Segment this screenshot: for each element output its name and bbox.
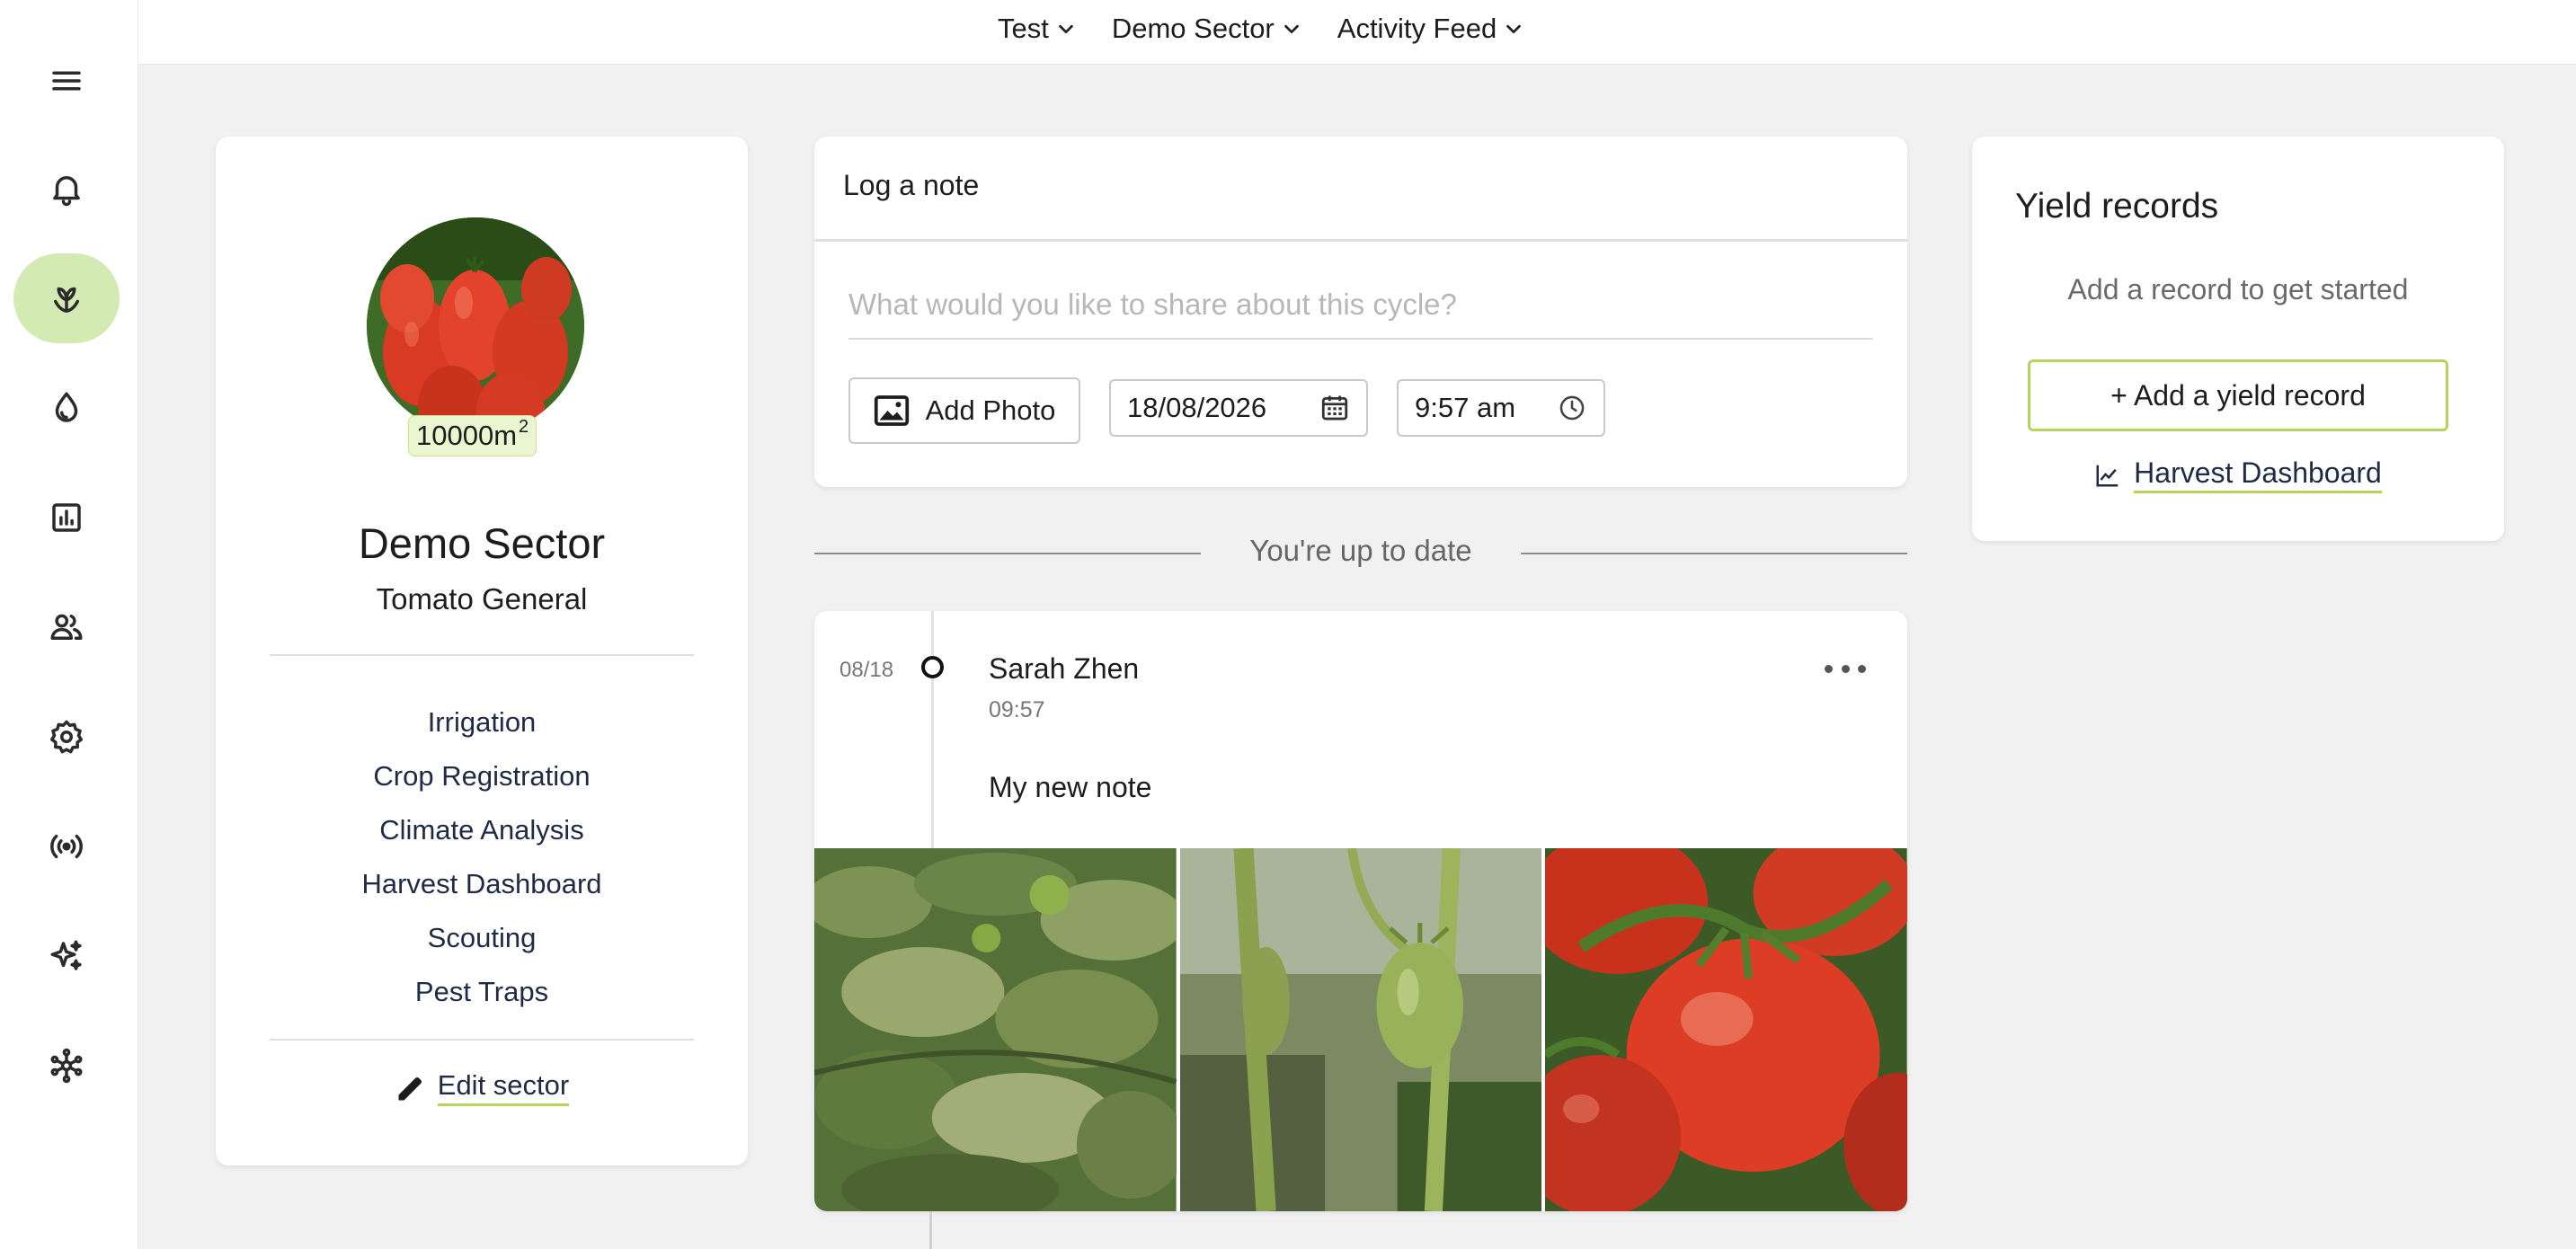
sidebar-item-crops[interactable]	[13, 253, 120, 343]
pencil-icon	[398, 1076, 422, 1100]
link-pest-traps[interactable]: Pest Traps	[216, 965, 748, 1019]
bell-icon	[53, 176, 80, 207]
time-picker[interactable]: 9:57 am	[1397, 379, 1605, 437]
yield-records-title: Yield records	[2015, 187, 2219, 226]
sector-links: Irrigation Crop Registration Climate Ana…	[216, 695, 748, 1019]
line-chart-icon	[2096, 465, 2119, 486]
feed-item-date: 08/18	[839, 658, 894, 682]
chevron-down-icon	[1284, 24, 1299, 34]
time-value: 9:57 am	[1415, 392, 1516, 423]
image-icon	[874, 395, 909, 426]
date-value: 18/08/2026	[1127, 392, 1267, 423]
add-yield-record-button[interactable]: + Add a yield record	[2028, 359, 2448, 431]
log-note-title: Log a note	[843, 169, 980, 201]
hamburger-menu-icon	[52, 71, 81, 91]
timeline-dot	[921, 656, 944, 678]
up-to-date-separator: You're up to date	[814, 534, 1907, 573]
divider	[270, 1039, 694, 1041]
more-dots-icon	[1825, 664, 1833, 673]
feed-item-photos	[814, 848, 1907, 1211]
link-scouting[interactable]: Scouting	[216, 911, 748, 965]
breadcrumb-farm-label: Test	[998, 13, 1049, 44]
sidebar-item-analytics[interactable]	[13, 473, 120, 562]
sidebar	[0, 0, 138, 1249]
feed-item-time: 09:57	[989, 697, 1045, 722]
sidebar-item-sensors[interactable]	[13, 802, 120, 891]
area-unit-exponent: 2	[519, 416, 529, 437]
yield-records-card: Yield records Add a record to get starte…	[1972, 137, 2504, 541]
breadcrumb-view-dropdown[interactable]: Activity Feed	[1337, 13, 1523, 45]
breadcrumb: Test Demo Sector Activity Feed	[998, 0, 1523, 58]
timeline-line	[929, 1211, 932, 1249]
timeline-line	[931, 611, 934, 848]
link-climate-analysis[interactable]: Climate Analysis	[216, 803, 748, 857]
top-bar: Test Demo Sector Activity Feed	[0, 0, 2576, 65]
more-options-button[interactable]	[1825, 658, 1866, 679]
feed-photo[interactable]	[814, 848, 1177, 1211]
log-note-card: Log a note Add Photo 18/08/2026 9:57 am	[814, 137, 1907, 487]
add-photo-button[interactable]: Add Photo	[848, 377, 1080, 444]
sector-avatar	[367, 217, 584, 435]
bar-chart-icon	[52, 503, 81, 532]
chevron-down-icon	[1506, 24, 1522, 34]
red-tomato-photo	[1545, 848, 1907, 1211]
people-icon	[50, 614, 83, 640]
sparkles-icon	[50, 940, 82, 970]
sidebar-item-settings[interactable]	[13, 692, 120, 782]
harvest-dashboard-label: Harvest Dashboard	[2134, 456, 2382, 493]
green-tomato-photo	[1179, 848, 1542, 1211]
up-to-date-text: You're up to date	[1249, 534, 1472, 567]
sensor-icon	[50, 834, 83, 859]
harvest-dashboard-link[interactable]: Harvest Dashboard	[1972, 456, 2504, 493]
sector-crop: Tomato General	[376, 582, 588, 616]
water-drop-icon	[55, 392, 78, 422]
area-value: 10000m	[416, 420, 518, 451]
edit-sector-link[interactable]: Edit sector	[216, 1069, 748, 1106]
sidebar-item-notifications[interactable]	[13, 144, 120, 234]
add-photo-label: Add Photo	[925, 394, 1056, 426]
feed-item: 08/18 Sarah Zhen 09:57 My new note	[814, 611, 1907, 1211]
clock-icon	[1559, 395, 1585, 421]
more-dots-icon	[1841, 664, 1850, 673]
divider	[1521, 553, 1907, 554]
chevron-down-icon	[1059, 24, 1073, 34]
date-picker[interactable]: 18/08/2026	[1109, 379, 1368, 437]
feed-photo[interactable]	[1179, 848, 1542, 1211]
link-irrigation[interactable]: Irrigation	[216, 695, 748, 749]
note-input[interactable]	[848, 271, 1873, 340]
sprout-icon	[54, 287, 79, 313]
tomato-photo	[367, 217, 584, 435]
sector-card: 10000m 2 Demo Sector Tomato General Irrig…	[216, 137, 748, 1165]
area-badge: 10000m 2	[408, 415, 537, 456]
sidebar-item-team[interactable]	[13, 582, 120, 672]
sector-name: Demo Sector	[358, 519, 606, 567]
breadcrumb-sector-dropdown[interactable]: Demo Sector	[1112, 13, 1301, 45]
breadcrumb-sector-label: Demo Sector	[1111, 13, 1275, 44]
link-harvest-dashboard[interactable]: Harvest Dashboard	[216, 857, 748, 911]
breadcrumb-farm-dropdown[interactable]: Test	[998, 13, 1076, 45]
divider	[814, 239, 1907, 242]
edit-sector-label: Edit sector	[437, 1069, 570, 1106]
network-icon	[50, 1048, 83, 1084]
feed-item-author: Sarah Zhen	[989, 652, 1140, 685]
feed-photo[interactable]	[1545, 848, 1907, 1211]
gear-icon	[49, 720, 84, 754]
yield-empty-state: Add a record to get started	[2067, 273, 2409, 306]
divider	[270, 654, 694, 656]
link-crop-registration[interactable]: Crop Registration	[216, 749, 748, 803]
feed-item-text: My new note	[989, 771, 1152, 803]
calendar-icon	[1321, 395, 1348, 421]
leaf-photo	[814, 848, 1177, 1211]
sidebar-item-ai[interactable]	[13, 911, 120, 1001]
menu-button[interactable]	[13, 36, 120, 126]
sidebar-item-integrations[interactable]	[13, 1021, 120, 1111]
sidebar-item-irrigation[interactable]	[13, 363, 120, 453]
breadcrumb-view-label: Activity Feed	[1337, 13, 1497, 44]
more-dots-icon	[1858, 664, 1866, 673]
